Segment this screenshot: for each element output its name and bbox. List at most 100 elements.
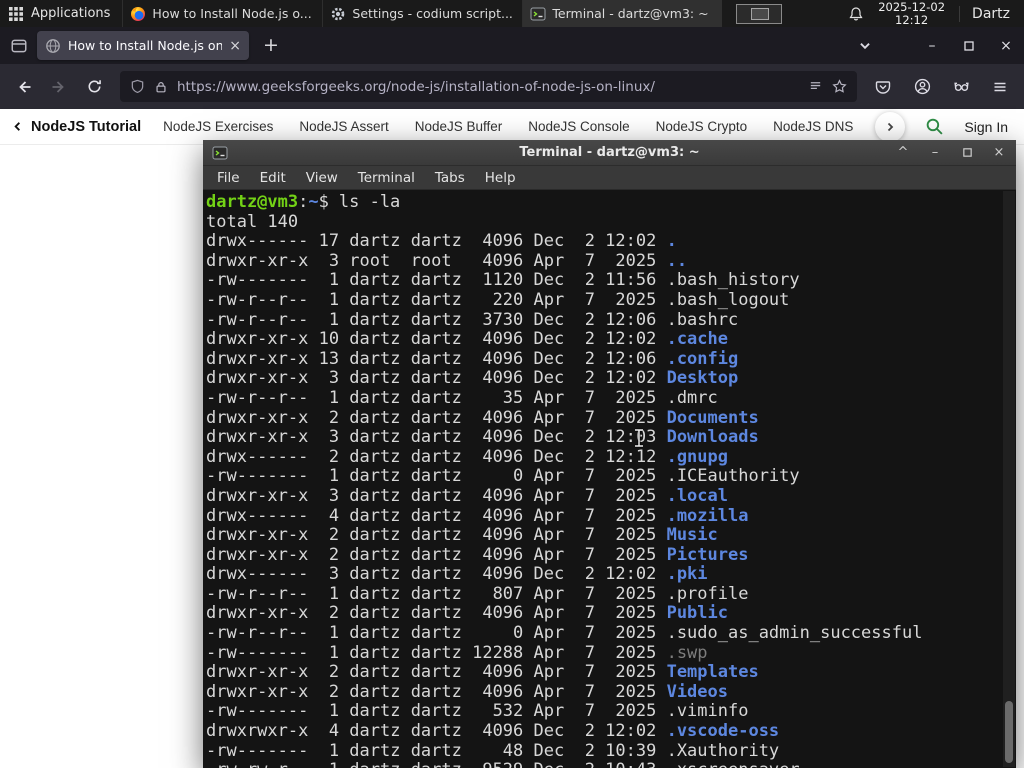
- scrollbar-thumb[interactable]: [1005, 701, 1013, 763]
- reload-button[interactable]: [78, 71, 110, 103]
- list-all-tabs-chevron-icon[interactable]: [858, 39, 872, 53]
- forward-button[interactable]: [43, 71, 75, 103]
- taskbar-button-title: Settings - codium script...: [352, 6, 513, 21]
- maximize-button[interactable]: [961, 40, 977, 52]
- toolbar-right-icons: [867, 71, 1016, 103]
- terminal-icon: [212, 146, 228, 159]
- subnav-link[interactable]: NodeJS Buffer: [415, 119, 503, 134]
- taskbar-button-browser[interactable]: How to Install Node.js o...: [122, 0, 322, 27]
- terminal-line: drwx------ 3 dartz dartz 4096 Dec 2 12:0…: [206, 564, 708, 585]
- reader-mode-icon[interactable]: [808, 79, 823, 94]
- subnav-link[interactable]: NodeJS Crypto: [656, 119, 748, 134]
- extension-button[interactable]: [945, 71, 977, 103]
- terminal-line: drwxr-xr-x 3 dartz dartz 4096 Apr 7 2025…: [206, 485, 728, 506]
- user-menu[interactable]: Dartz: [959, 5, 1018, 22]
- terminal-line: -rw------- 1 dartz dartz 1120 Dec 2 11:5…: [206, 270, 800, 291]
- minimize-button[interactable]: –: [924, 38, 940, 54]
- terminal-titlebar[interactable]: Terminal - dartz@vm3: ~ ^ – ×: [203, 140, 1016, 166]
- terminal-line: drwxr-xr-x 2 dartz dartz 4096 Apr 7 2025…: [206, 407, 759, 428]
- terminal-output: dartz@vm3:~$ ls -la total 140 drwx------ …: [203, 190, 1016, 768]
- panel-tray: 2025-12-02 12:12 Dartz: [736, 0, 1024, 27]
- extension-goggles-icon: [953, 82, 969, 92]
- terminal-line: drwxr-xr-x 3 dartz dartz 4096 Dec 2 12:0…: [206, 427, 759, 448]
- url-text: https://www.geeksforgeeks.org/node-js/in…: [177, 78, 655, 95]
- notification-bell-icon[interactable]: [848, 6, 864, 22]
- prompt-line: dartz@vm3:~$ ls -la: [206, 192, 1000, 213]
- lock-icon[interactable]: [154, 80, 168, 94]
- menu-terminal[interactable]: Terminal: [348, 168, 425, 188]
- terminal-line: drwx------ 4 dartz dartz 4096 Apr 7 2025…: [206, 505, 749, 526]
- terminal-line: drwxrwxr-x 4 dartz dartz 4096 Dec 2 12:0…: [206, 721, 780, 742]
- prompt-colon: :: [298, 192, 309, 212]
- file-name: .: [666, 231, 677, 252]
- back-button[interactable]: [8, 71, 40, 103]
- terminal-line: drwxr-xr-x 2 dartz dartz 4096 Apr 7 2025…: [206, 681, 728, 702]
- url-bar[interactable]: https://www.geeksforgeeks.org/node-js/in…: [120, 71, 857, 102]
- tab-close-icon[interactable]: ×: [229, 38, 241, 54]
- terminal-window-controls: ^ – ×: [895, 145, 1007, 160]
- navigation-toolbar: https://www.geeksforgeeks.org/node-js/in…: [0, 64, 1024, 109]
- gear-icon: [332, 7, 345, 20]
- maximize-button[interactable]: [959, 147, 975, 158]
- menu-tabs[interactable]: Tabs: [425, 168, 475, 188]
- file-name: .pki: [666, 564, 708, 585]
- pocket-icon: [875, 80, 891, 94]
- terminal-line: -rw------- 1 dartz dartz 0 Apr 7 2025 .I…: [206, 466, 800, 487]
- file-name: Templates: [666, 662, 759, 683]
- file-name: .gnupg: [666, 446, 728, 467]
- taskbar-button-settings[interactable]: Settings - codium script...: [322, 0, 522, 27]
- file-name: .local: [666, 485, 728, 506]
- pocket-button[interactable]: [867, 71, 899, 103]
- file-name: Videos: [666, 681, 728, 702]
- terminal-icon: [530, 7, 546, 20]
- file-name: .cache: [666, 329, 728, 350]
- workspace-pager[interactable]: [736, 3, 783, 24]
- applications-menu-button[interactable]: Applications: [0, 0, 122, 27]
- close-button[interactable]: ×: [998, 38, 1014, 54]
- hamburger-menu-icon: [994, 82, 1006, 91]
- file-name: .ICEauthority: [666, 466, 800, 487]
- terminal-line: -rw------- 1 dartz dartz 48 Dec 2 10:39 …: [206, 740, 780, 761]
- account-button[interactable]: [906, 71, 938, 103]
- terminal-line: drwxr-xr-x 2 dartz dartz 4096 Apr 7 2025…: [206, 603, 728, 624]
- file-name: Documents: [666, 407, 759, 428]
- menu-help[interactable]: Help: [475, 168, 526, 188]
- subnav-link[interactable]: NodeJS DNS: [773, 119, 853, 134]
- maximize-icon: [964, 40, 974, 51]
- tab-bar: How to Install Node.js on × + – ×: [0, 27, 1024, 64]
- search-icon[interactable]: [925, 117, 944, 136]
- terminal-scrollbar[interactable]: [1003, 191, 1015, 767]
- taskbar-button-title: Terminal - dartz@vm3: ~: [552, 6, 709, 21]
- subnav-link[interactable]: NodeJS Console: [528, 119, 629, 134]
- subnav-primary-link[interactable]: NodeJS Tutorial: [12, 119, 141, 135]
- firefox-view-icon[interactable]: [10, 37, 28, 55]
- menu-view[interactable]: View: [296, 168, 348, 188]
- terminal-line: drwxr-xr-x 2 dartz dartz 4096 Apr 7 2025…: [206, 662, 759, 683]
- subnav-scroll-right-button[interactable]: [875, 111, 906, 142]
- tracking-shield-icon[interactable]: [130, 79, 145, 94]
- close-button[interactable]: ×: [991, 145, 1007, 160]
- window-controls: – ×: [924, 38, 1014, 54]
- shade-button[interactable]: ^: [895, 145, 911, 160]
- sign-in-button[interactable]: Sign In: [964, 119, 1008, 135]
- taskbar-button-terminal[interactable]: Terminal - dartz@vm3: ~: [522, 0, 723, 27]
- menu-button[interactable]: [984, 71, 1016, 103]
- file-name: .bash_logout: [666, 289, 790, 310]
- terminal-line: -rw-r--r-- 1 dartz dartz 35 Apr 7 2025 .…: [206, 387, 718, 408]
- subnav-link[interactable]: NodeJS Exercises: [163, 119, 273, 134]
- subnav-link[interactable]: NodeJS Assert: [299, 119, 388, 134]
- terminal-line: drwx------ 2 dartz dartz 4096 Dec 2 12:1…: [206, 446, 728, 467]
- bookmark-star-icon[interactable]: [832, 79, 847, 94]
- file-name: .bashrc: [666, 309, 739, 330]
- menu-file[interactable]: File: [207, 168, 250, 188]
- file-name: Desktop: [666, 368, 739, 389]
- total-line: total 140: [206, 211, 299, 232]
- reload-icon: [88, 80, 101, 93]
- menu-edit[interactable]: Edit: [250, 168, 296, 188]
- new-tab-button[interactable]: +: [258, 32, 284, 59]
- browser-tab-active[interactable]: How to Install Node.js on ×: [37, 31, 249, 60]
- desktop: Applications How to Install Node.js o...…: [0, 0, 1024, 768]
- minimize-button[interactable]: –: [927, 145, 943, 160]
- terminal-line: -rw-r--r-- 1 dartz dartz 0 Apr 7 2025 .s…: [206, 623, 923, 644]
- tab-favicon-globe-icon: [46, 38, 60, 53]
